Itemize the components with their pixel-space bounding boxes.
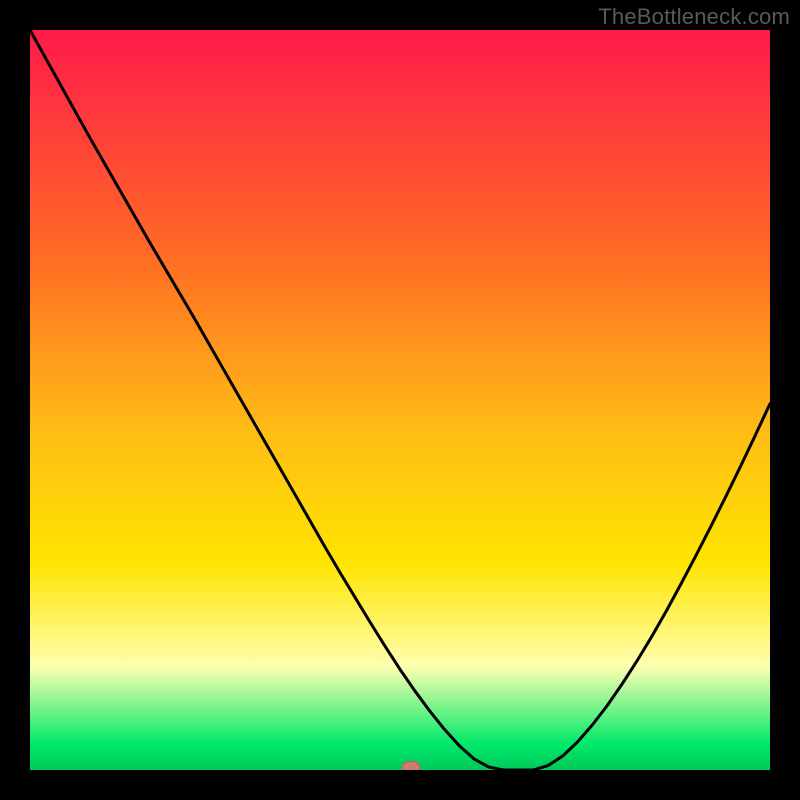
watermark-text: TheBottleneck.com	[598, 4, 790, 30]
gradient-background	[30, 30, 770, 770]
chart-frame: TheBottleneck.com	[0, 0, 800, 800]
bottleneck-chart	[30, 30, 770, 770]
optimum-marker	[402, 761, 420, 770]
